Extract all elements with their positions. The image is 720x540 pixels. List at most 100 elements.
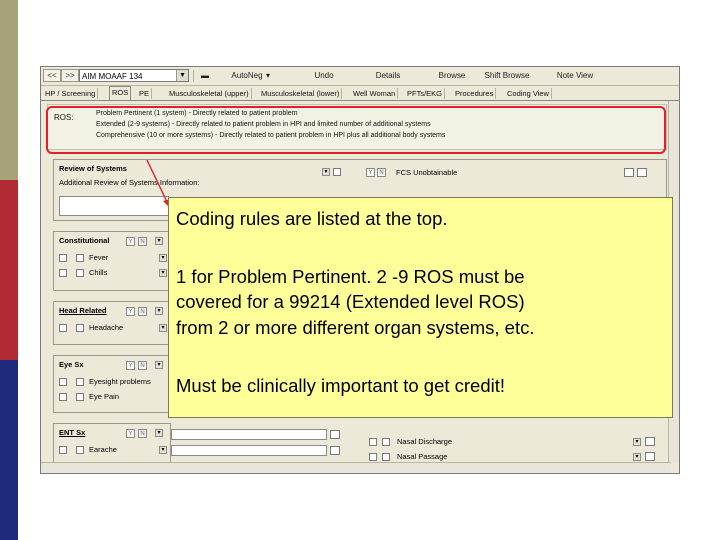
eye-yes-toggle[interactable]: Y (126, 361, 135, 370)
toolbar-divider (193, 70, 194, 82)
eye-panel: Eye Sx Y N ▾ Eyesight problems Eye Pain (53, 355, 171, 413)
chills-checkbox[interactable] (59, 269, 67, 277)
eye-pain-n-checkbox[interactable] (76, 393, 84, 401)
chevron-down-icon[interactable]: ▼ (176, 70, 188, 81)
ent-note-input-2[interactable] (171, 445, 327, 456)
browse-button[interactable]: Browse (427, 69, 477, 82)
callout-line-3: covered for a 99214 (Extended level ROS) (176, 291, 525, 312)
chart-icon[interactable] (645, 437, 655, 446)
head-no-toggle[interactable]: N (138, 307, 147, 316)
eye-dropdown-icon[interactable]: ▾ (155, 361, 163, 369)
chills-n-checkbox[interactable] (76, 269, 84, 277)
fcs-yes-toggle[interactable]: Y (366, 168, 375, 177)
eye-pain-label: Eye Pain (89, 392, 120, 401)
headache-label: Headache (89, 323, 124, 332)
chart-icon[interactable] (645, 452, 655, 461)
slide-accent-bar-top (0, 0, 18, 180)
additional-ros-input[interactable] (59, 196, 169, 216)
annotation-callout: Coding rules are listed at the top. 1 fo… (168, 197, 673, 418)
head-yes-toggle[interactable]: Y (126, 307, 135, 316)
review-of-systems-title: Review of Systems (59, 164, 127, 173)
nasal-passage-n-checkbox[interactable] (382, 453, 390, 461)
nasal-passage-checkbox[interactable] (369, 453, 377, 461)
constitutional-title: Constitutional (59, 236, 110, 245)
headache-checkbox[interactable] (59, 324, 67, 332)
ros-dropdown-icon[interactable]: ▾ (322, 168, 330, 176)
nasal-discharge-checkbox[interactable] (369, 438, 377, 446)
callout-line-1: Coding rules are listed at the top. (176, 208, 448, 229)
tab-coding-view[interactable]: Coding View (505, 88, 552, 99)
nav-forward-button[interactable]: >> (61, 69, 79, 82)
eyesight-label: Eyesight problems (89, 377, 151, 386)
fever-dropdown-icon[interactable]: ▾ (159, 254, 167, 262)
patient-combo[interactable]: AIM MOAAF 134 ▼ (79, 69, 189, 82)
earache-n-checkbox[interactable] (76, 446, 84, 454)
undo-button[interactable]: Undo (299, 69, 349, 82)
chart-icon[interactable] (330, 446, 340, 455)
chart-icon[interactable] (637, 168, 647, 177)
ent-no-toggle[interactable]: N (138, 429, 147, 438)
horizontal-scrollbar[interactable] (41, 462, 671, 473)
tab-strip: HP / Screening ROS PE Musculoskeletal (u… (41, 86, 679, 101)
window-icon[interactable] (624, 168, 634, 177)
eye-title: Eye Sx (59, 360, 84, 369)
ros-checkbox[interactable] (333, 168, 341, 176)
nasal-discharge-dropdown-icon[interactable]: ▾ (633, 438, 641, 446)
earache-label: Earache (89, 445, 117, 454)
ent-note-input-1[interactable] (171, 429, 327, 440)
constitutional-dropdown-icon[interactable]: ▾ (155, 237, 163, 245)
callout-line-4: from 2 or more different organ systems, … (176, 317, 535, 338)
details-button[interactable]: Details (363, 69, 413, 82)
ent-dropdown-icon[interactable]: ▾ (155, 429, 163, 437)
patient-combo-value: AIM MOAAF 134 (82, 72, 143, 81)
nasal-discharge-n-checkbox[interactable] (382, 438, 390, 446)
eye-pain-checkbox[interactable] (59, 393, 67, 401)
rules-highlight-box (46, 106, 666, 154)
note-view-button[interactable]: Note View (547, 69, 603, 82)
additional-ros-label: Additional Review of Systems Information… (59, 178, 200, 187)
tab-pfts-ekg[interactable]: PFTs/EKG (405, 88, 446, 99)
slide-accent-bar-bottom (0, 360, 18, 540)
fever-checkbox[interactable] (59, 254, 67, 262)
constitutional-yes-toggle[interactable]: Y (126, 237, 135, 246)
constitutional-no-toggle[interactable]: N (138, 237, 147, 246)
tab-msk-lower[interactable]: Musculoskeletal (lower) (259, 88, 343, 99)
nav-back-button[interactable]: << (43, 69, 61, 82)
callout-line-5: Must be clinically important to get cred… (176, 375, 506, 396)
nasal-passage-label: Nasal Passage (397, 452, 448, 461)
tab-pe[interactable]: PE (137, 88, 153, 99)
tab-msk-upper[interactable]: Musculoskeletal (upper) (167, 88, 252, 99)
earache-dropdown-icon[interactable]: ▾ (159, 446, 167, 454)
nasal-discharge-label: Nasal Discharge (397, 437, 453, 446)
fever-label: Fever (89, 253, 109, 262)
headache-n-checkbox[interactable] (76, 324, 84, 332)
chart-icon[interactable] (330, 430, 340, 439)
chills-dropdown-icon[interactable]: ▾ (159, 269, 167, 277)
ent-yes-toggle[interactable]: Y (126, 429, 135, 438)
slide-accent-bar-middle (0, 180, 18, 360)
head-dropdown-icon[interactable]: ▾ (155, 307, 163, 315)
minimize-icon[interactable]: ▬ (199, 69, 211, 82)
fcs-no-toggle[interactable]: N (377, 168, 386, 177)
tab-hp-screening[interactable]: HP / Screening (43, 88, 99, 99)
tab-procedures[interactable]: Procedures (453, 88, 497, 99)
chills-label: Chills (89, 268, 108, 277)
fcs-unobtainable-label: FCS Unobtainable (396, 168, 458, 177)
headache-dropdown-icon[interactable]: ▾ (159, 324, 167, 332)
nasal-passage-dropdown-icon[interactable]: ▾ (633, 453, 641, 461)
ent-panel: ENT Sx Y N ▾ Earache ▾ (53, 423, 171, 463)
tab-well-woman[interactable]: Well Woman (351, 88, 399, 99)
eyesight-n-checkbox[interactable] (76, 378, 84, 386)
tab-ros[interactable]: ROS (109, 86, 132, 100)
autoneg-dropdown-icon[interactable]: ▾ (263, 69, 273, 82)
head-related-title: Head Related (59, 306, 107, 315)
shift-browse-button[interactable]: Shift Browse (477, 69, 537, 82)
constitutional-panel: Constitutional Y N ▾ Fever ▾ Chills ▾ (53, 231, 171, 291)
ent-title: ENT Sx (59, 428, 86, 437)
head-related-panel: Head Related Y N ▾ Headache ▾ (53, 301, 171, 345)
earache-checkbox[interactable] (59, 446, 67, 454)
eye-no-toggle[interactable]: N (138, 361, 147, 370)
eyesight-checkbox[interactable] (59, 378, 67, 386)
fever-n-checkbox[interactable] (76, 254, 84, 262)
toolbar: << >> AIM MOAAF 134 ▼ ▬ AutoNeg ▾ Undo D… (41, 67, 679, 86)
